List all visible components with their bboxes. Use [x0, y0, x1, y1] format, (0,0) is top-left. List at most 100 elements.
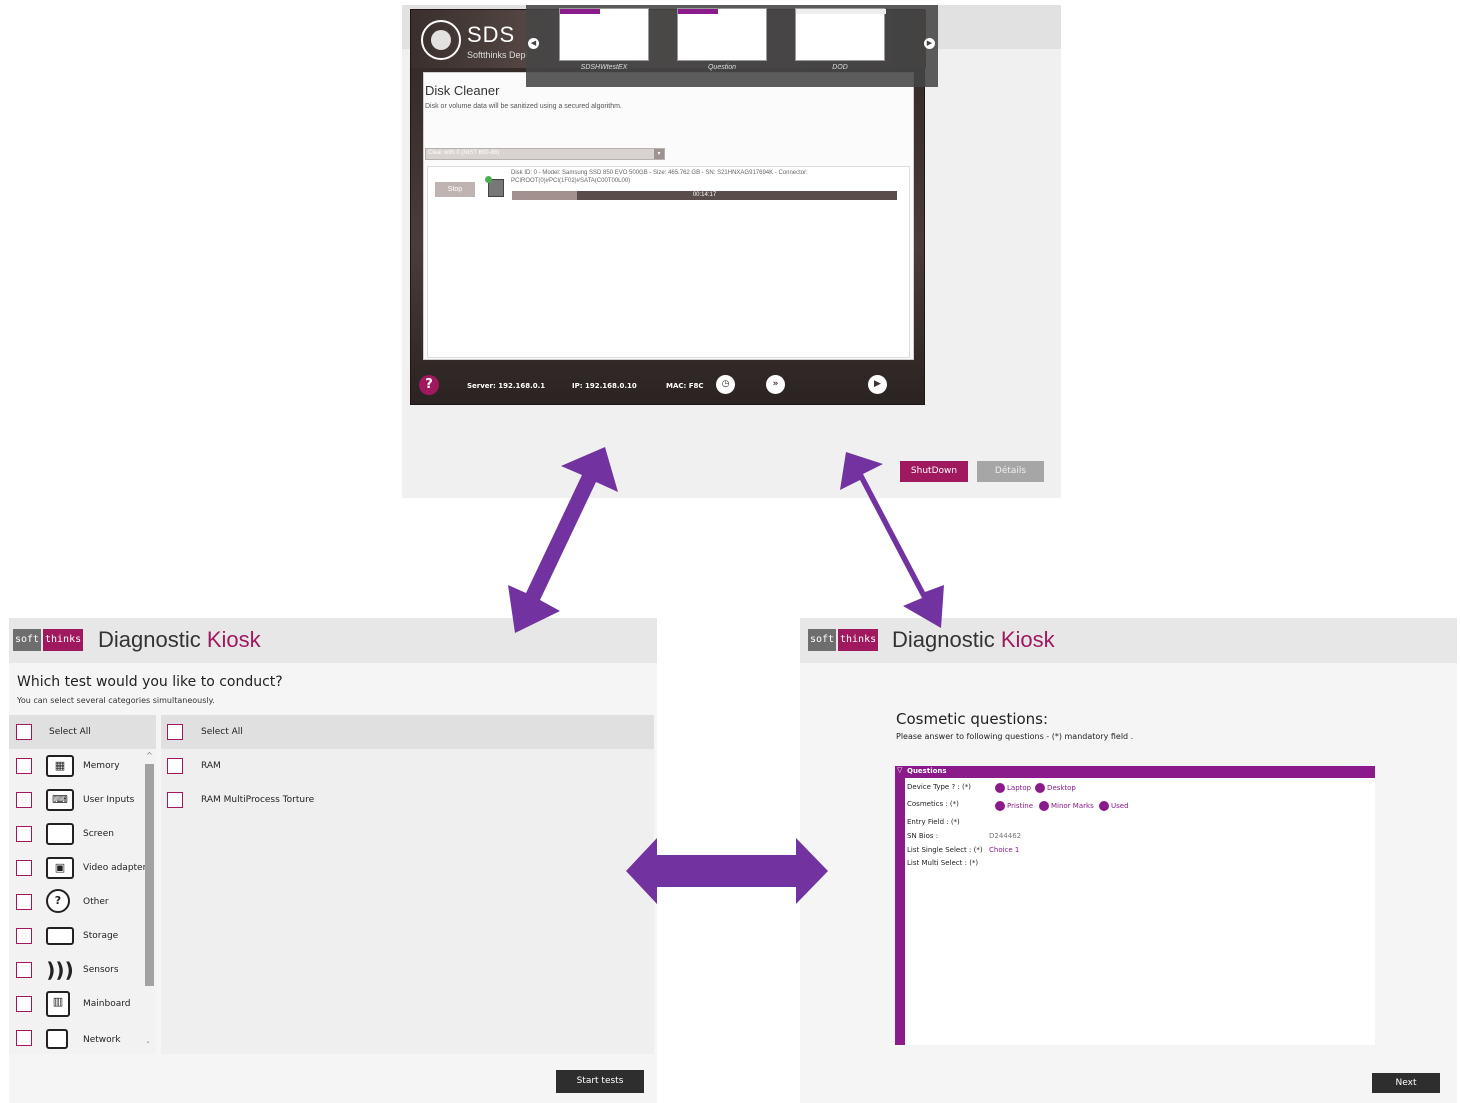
category-memory[interactable]: ▦ Memory	[9, 749, 156, 783]
radio-icon	[1039, 801, 1049, 811]
category-label: Screen	[83, 829, 114, 839]
stop-button[interactable]: Stop	[435, 182, 475, 197]
category-checkbox[interactable]	[16, 826, 32, 842]
algorithm-select[interactable]: Clear with 0 (NIST 800-88) ▾	[425, 148, 665, 160]
category-mainboard[interactable]: ▥ Mainboard	[9, 987, 156, 1021]
logo-soft: soft	[808, 629, 837, 651]
sds-panel: SDS Softthinks Deployment Disk Cleaner D…	[402, 5, 1061, 498]
mainboard-icon: ▥	[46, 991, 70, 1017]
screen-icon	[46, 823, 74, 845]
question-label: List Multi Select : (*)	[907, 859, 979, 867]
app-title-accent: Kiosk	[1000, 627, 1055, 652]
subtest-checkbox[interactable]	[167, 758, 183, 774]
sn-bios-value: D244462	[989, 832, 1022, 840]
category-label: Mainboard	[83, 999, 131, 1009]
subtest-select-all[interactable]: Select All	[161, 715, 654, 749]
disk-info: Disk ID: 0 - Model: Samsung SSD 850 EVO …	[511, 170, 808, 184]
question-label: Cosmetics : (*)	[907, 800, 959, 808]
subtest-label: Select All	[201, 727, 243, 737]
select-all-checkbox[interactable]	[16, 724, 32, 740]
category-checkbox[interactable]	[16, 928, 32, 944]
wipe-progress-bar: 00:14:17	[512, 191, 897, 200]
progress-time: 00:14:17	[692, 192, 717, 198]
category-label: Select All	[49, 727, 91, 737]
category-sensors[interactable]: ))) Sensors	[9, 953, 156, 987]
thumb-bar	[678, 9, 718, 14]
category-list: Select All ▦ Memory ⌨ User Inputs Screen…	[9, 715, 156, 1054]
category-user-inputs[interactable]: ⌨ User Inputs	[9, 783, 156, 817]
sds-status-bar: ? Server: 192.168.0.1 IP: 192.168.0.10 M…	[411, 368, 926, 406]
carousel-thumb[interactable]	[677, 8, 767, 61]
start-tests-button[interactable]: Start tests	[556, 1070, 644, 1093]
details-button[interactable]: Détails	[977, 461, 1044, 482]
status-dot-icon	[485, 176, 492, 183]
radio-icon	[1099, 801, 1109, 811]
questions-side-bar	[895, 778, 905, 1045]
category-storage[interactable]: Storage	[9, 919, 156, 953]
category-select-all[interactable]: Select All	[9, 715, 156, 749]
carousel-label: DOD	[832, 64, 848, 71]
network-icon	[46, 1029, 68, 1049]
scroll-down-icon[interactable]: ˇ	[146, 1041, 150, 1050]
category-checkbox[interactable]	[16, 1030, 32, 1046]
memory-icon: ▦	[46, 755, 74, 777]
category-checkbox[interactable]	[16, 758, 32, 774]
logo-thinks: thinks	[43, 629, 84, 651]
category-screen[interactable]: Screen	[9, 817, 156, 851]
fast-forward-icon[interactable]: »	[766, 375, 785, 394]
subtest-label: RAM	[201, 761, 221, 771]
cosmetic-title: Cosmetic questions:	[896, 710, 1049, 728]
storage-icon	[46, 927, 74, 945]
timer-icon[interactable]: ◷	[716, 375, 735, 394]
radio-icon	[995, 801, 1005, 811]
next-button[interactable]: Next	[1372, 1073, 1440, 1093]
test-selection-panel: soft thinks Diagnostic Kiosk Which test …	[9, 618, 657, 1103]
radio-option[interactable]: Desktop	[1035, 783, 1076, 793]
category-video-adapter[interactable]: ▣ Video adapter	[9, 851, 156, 885]
subtest-ram[interactable]: RAM	[161, 749, 654, 783]
radio-option[interactable]: Laptop	[995, 783, 1031, 793]
category-network[interactable]: Network	[9, 1021, 156, 1054]
collapse-icon[interactable]: ▽	[897, 766, 902, 774]
question-label: Entry Field : (*)	[907, 818, 960, 826]
page-title: Disk Cleaner	[425, 83, 500, 98]
carousel-label: Question	[707, 64, 737, 71]
task-carousel: ◀ SDSHWtestEX Question DOD ▶	[526, 5, 938, 87]
category-checkbox[interactable]	[16, 894, 32, 910]
subtest-ram-multiprocess[interactable]: RAM MultiProcess Torture	[161, 783, 654, 817]
carousel-prev-icon[interactable]: ◀	[528, 38, 539, 49]
category-scrollbar[interactable]	[145, 764, 154, 986]
cosmetic-questions-panel: soft thinks Diagnostic Kiosk Cosmetic qu…	[800, 618, 1457, 1103]
radio-icon	[1035, 783, 1045, 793]
radio-option[interactable]: Used	[1099, 801, 1129, 811]
category-other[interactable]: ? Other	[9, 885, 156, 919]
select-all-checkbox[interactable]	[167, 724, 183, 740]
mac-address: MAC: F8C	[666, 382, 704, 390]
play-icon[interactable]: ▶	[868, 375, 887, 394]
carousel-thumb[interactable]	[795, 8, 886, 61]
category-checkbox[interactable]	[16, 962, 32, 978]
help-button[interactable]: ?	[419, 375, 439, 395]
category-checkbox[interactable]	[16, 996, 32, 1012]
category-checkbox[interactable]	[16, 792, 32, 808]
app-title-main: Diagnostic	[98, 627, 207, 652]
question-label: List Single Select : (*)	[907, 846, 983, 854]
category-label: User Inputs	[83, 795, 135, 805]
scroll-up-icon[interactable]: ^	[146, 751, 153, 760]
single-select-value[interactable]: Choice 1	[989, 846, 1019, 854]
shutdown-button[interactable]: ShutDown	[900, 461, 968, 482]
radio-label: Used	[1111, 802, 1129, 810]
questions-header[interactable]: ▽ Questions	[895, 766, 1375, 778]
carousel-next-icon[interactable]: ▶	[924, 38, 935, 49]
carousel-thumb[interactable]	[559, 8, 649, 61]
sds-subtitle: Softthinks Deployment	[467, 50, 527, 60]
questions-header-label: Questions	[907, 767, 947, 775]
sds-logo-core	[431, 30, 451, 50]
radio-option[interactable]: Pristine	[995, 801, 1033, 811]
subtest-checkbox[interactable]	[167, 792, 183, 808]
category-checkbox[interactable]	[16, 860, 32, 876]
question-icon: ?	[46, 889, 70, 913]
chevron-down-icon[interactable]: ▾	[654, 149, 664, 159]
ip-address: IP: 192.168.0.10	[572, 382, 637, 390]
radio-option[interactable]: Minor Marks	[1039, 801, 1094, 811]
